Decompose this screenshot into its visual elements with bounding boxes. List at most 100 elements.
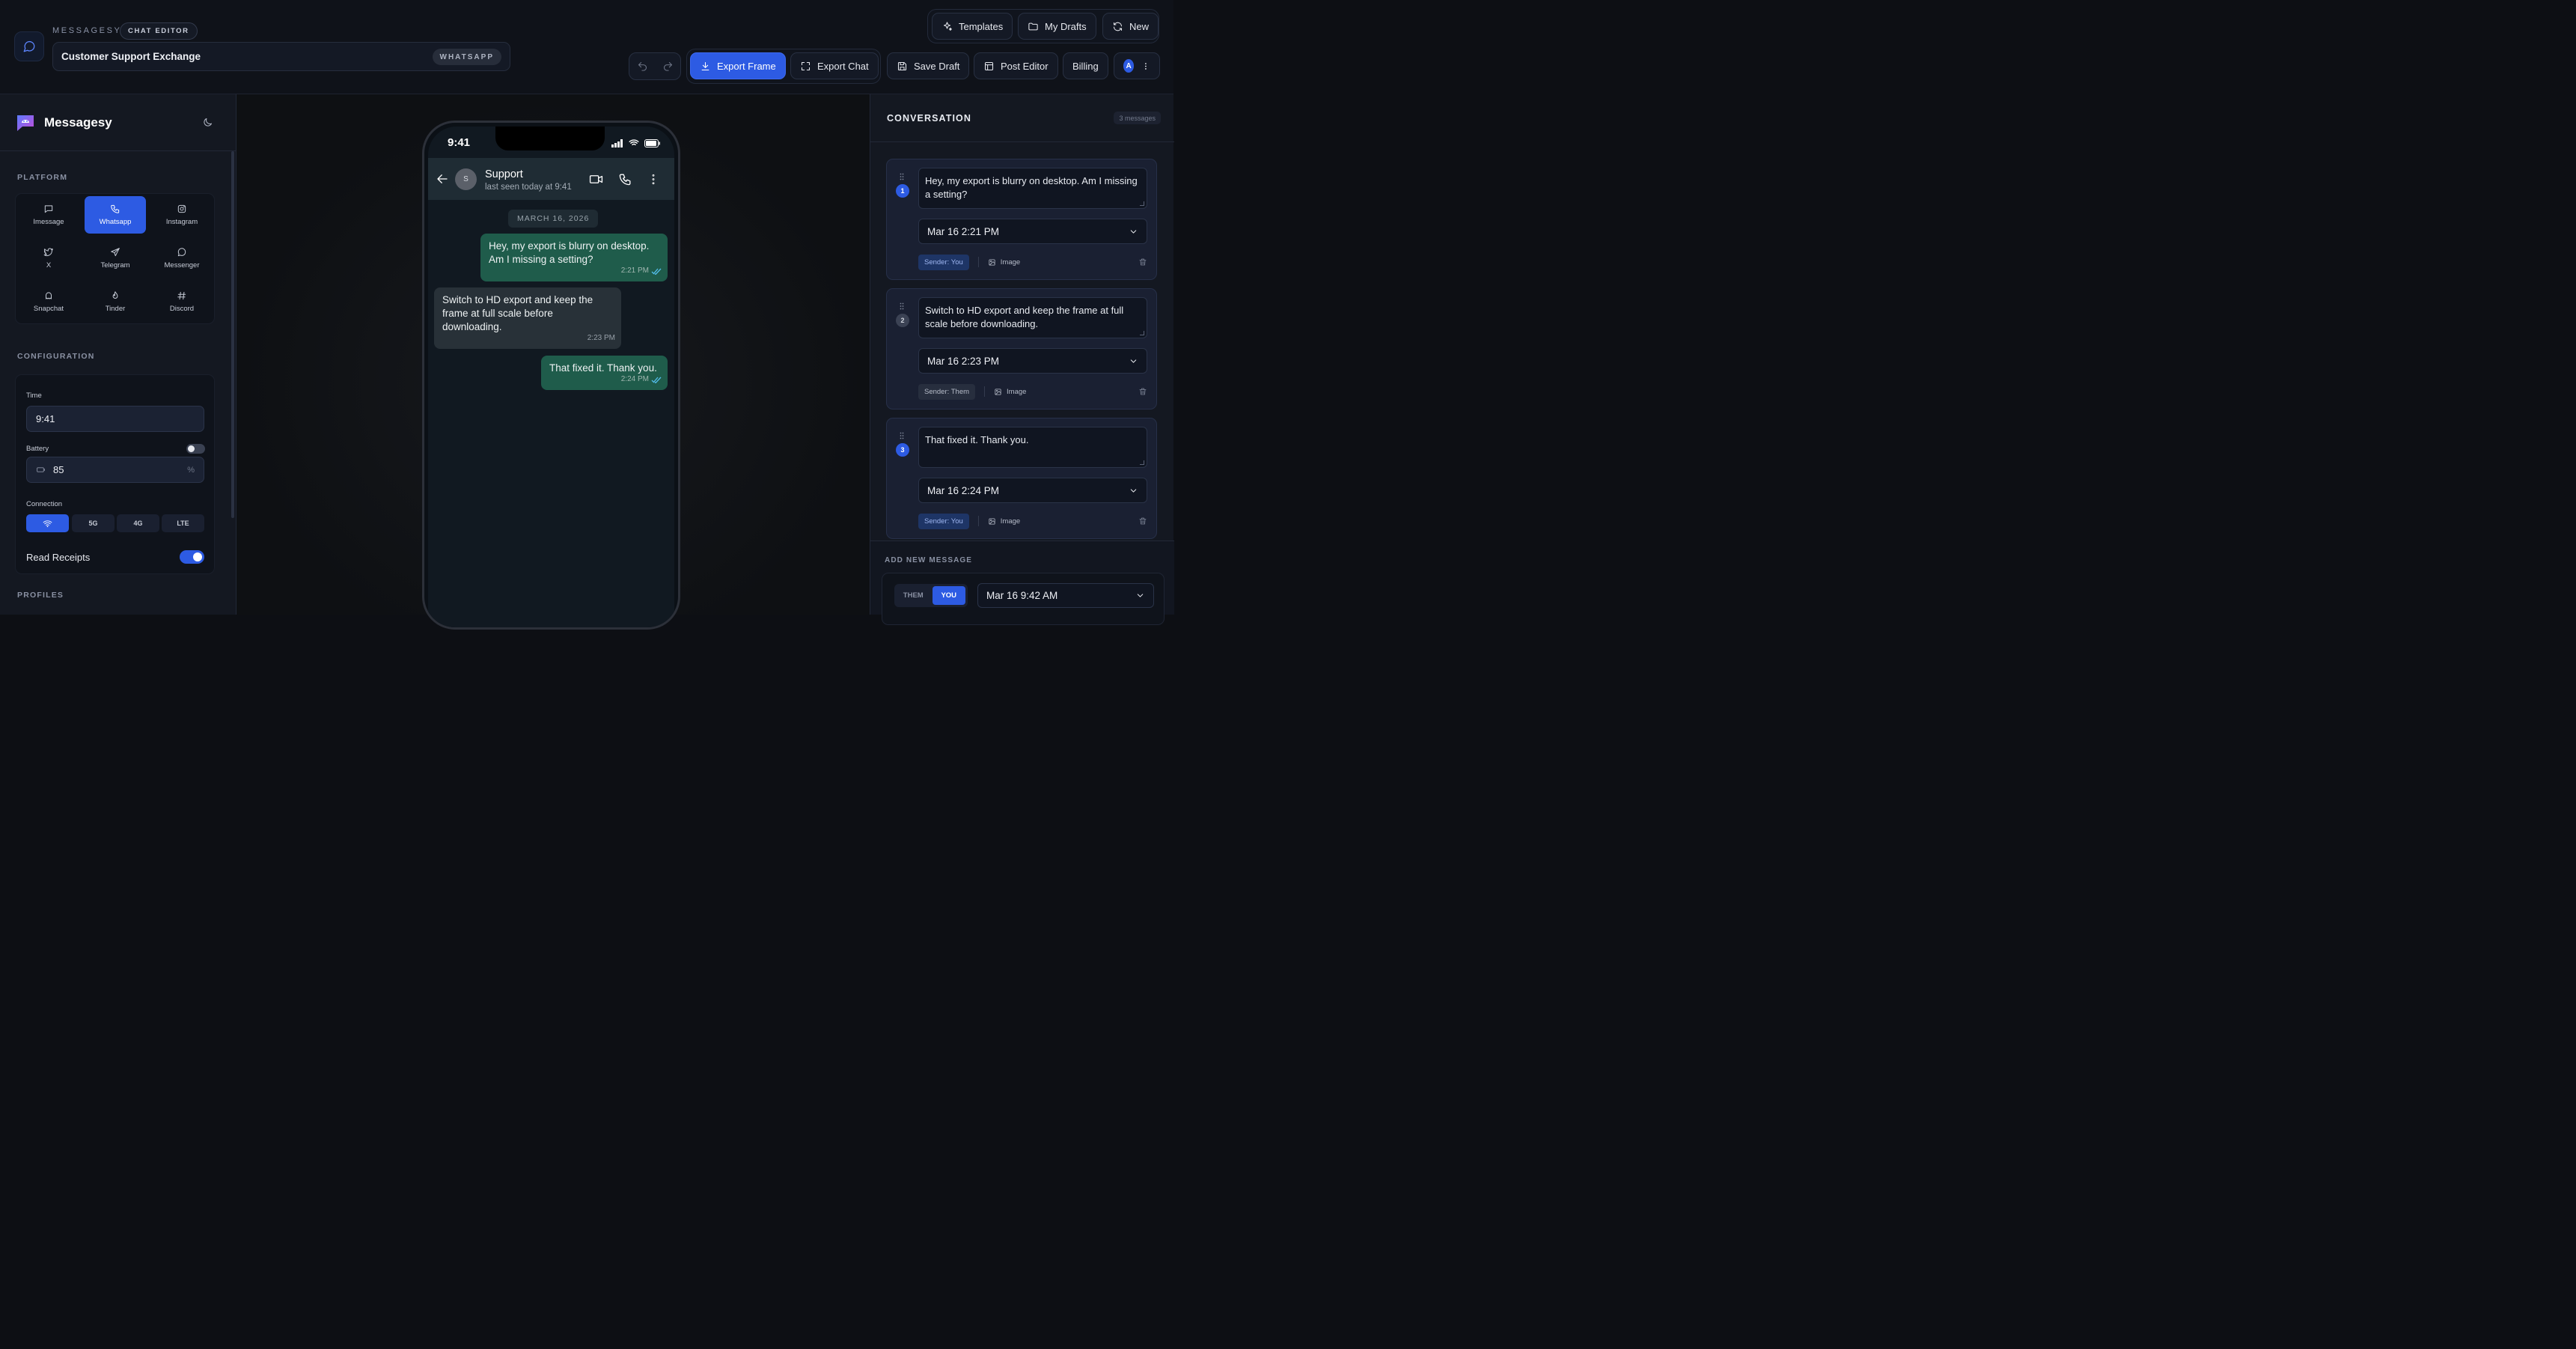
message-datetime-value: Mar 16 2:24 PM — [927, 484, 1000, 496]
platform-imessage[interactable]: Imessage — [18, 196, 79, 234]
connection-5g[interactable]: 5G — [72, 514, 115, 533]
export-chat-button[interactable]: Export Chat — [790, 52, 879, 80]
templates-label: Templates — [959, 20, 1004, 32]
platform-whatsapp[interactable]: Whatsapp — [85, 196, 147, 234]
platform-discord[interactable]: Discord — [151, 283, 213, 320]
undo-icon[interactable] — [637, 61, 648, 72]
messagesy-logo-icon — [17, 115, 34, 132]
connection-lte[interactable]: LTE — [162, 514, 205, 533]
image-icon — [995, 388, 1001, 395]
download-icon — [701, 61, 709, 70]
new-button[interactable]: New — [1102, 13, 1159, 40]
save-draft-label: Save Draft — [914, 60, 960, 72]
platform-snapchat[interactable]: Snapchat — [18, 283, 79, 320]
trash-icon[interactable] — [1138, 517, 1147, 526]
sender-toggle[interactable]: Sender: You — [918, 254, 969, 270]
message-timestamp: 2:21 PM — [621, 264, 662, 278]
post-editor-button[interactable]: Post Editor — [974, 52, 1058, 80]
add-image-button[interactable]: Image — [988, 517, 1020, 526]
conversation-title: CONVERSATION — [887, 113, 971, 124]
save-draft-button[interactable]: Save Draft — [887, 52, 970, 80]
battery-input[interactable]: 85 % — [26, 457, 205, 484]
sender-toggle[interactable]: Sender: Them — [918, 383, 976, 400]
drag-handle-icon[interactable] — [897, 171, 906, 182]
message-card-footer: Sender: Them Image — [918, 383, 1147, 400]
message-datetime-select[interactable]: Mar 16 2:21 PM — [918, 219, 1148, 245]
message-card: 1 Hey, my export is blurry on desktop. A… — [886, 159, 1158, 281]
configuration-card: Time 9:41 Battery 85 % Connection 5G 4G … — [15, 374, 216, 575]
templates-button[interactable]: Templates — [932, 13, 1013, 40]
trash-icon[interactable] — [1138, 387, 1147, 396]
battery-toggle[interactable] — [186, 444, 206, 454]
phone-notch — [495, 127, 605, 151]
resize-grip[interactable] — [1140, 201, 1145, 207]
export-frame-button[interactable]: Export Frame — [690, 52, 786, 80]
message-card: 3 That fixed it. Thank you. Mar 16 2:24 … — [886, 418, 1158, 540]
moon-icon[interactable] — [202, 117, 213, 128]
platform-label: Messenger — [164, 261, 200, 270]
platform-messenger[interactable]: Messenger — [151, 240, 213, 277]
chat-header: S Support last seen today at 9:41 — [428, 158, 675, 201]
phone-mockup: 9:41 S Support last seen today at 9:41 M… — [422, 121, 681, 630]
video-icon[interactable] — [588, 172, 604, 186]
signal-icon — [611, 138, 623, 147]
phone-icon[interactable] — [618, 172, 632, 186]
contact-name: Support — [485, 168, 523, 181]
message-card-footer: Sender: You Image — [918, 254, 1147, 270]
platform-label: Whatsapp — [99, 218, 132, 227]
message-textarea[interactable]: Hey, my export is blurry on desktop. Am … — [918, 168, 1148, 210]
frame-icon — [801, 61, 811, 70]
message-textarea[interactable]: Switch to HD export and keep the frame a… — [918, 297, 1148, 339]
conversation-panel: CONVERSATION 3 messages 1 Hey, my export… — [870, 94, 1175, 626]
drag-handle-icon[interactable] — [897, 430, 906, 441]
chat-title: Customer Support Exchange — [61, 51, 201, 63]
message-datetime-select[interactable]: Mar 16 2:24 PM — [918, 478, 1148, 504]
read-receipts-toggle[interactable] — [180, 550, 205, 564]
sender-toggle[interactable]: Sender: You — [918, 513, 969, 529]
platform-tinder[interactable]: Tinder — [85, 283, 146, 320]
add-image-button[interactable]: Image — [988, 258, 1020, 267]
message-bubble-outgoing: That fixed it. Thank you. 2:24 PM — [541, 356, 668, 391]
chat-title-input[interactable]: Customer Support Exchange WHATSAPP — [52, 42, 511, 72]
message-textarea[interactable]: That fixed it. Thank you. — [918, 427, 1148, 469]
message-timestamp: 2:24 PM — [621, 373, 662, 386]
connection-wifi[interactable] — [26, 514, 70, 533]
more-vertical-icon[interactable] — [647, 172, 660, 186]
resize-grip[interactable] — [1140, 460, 1145, 466]
message-text: That fixed it. Thank you. — [549, 362, 657, 374]
phone-icon — [111, 204, 120, 213]
redo-icon[interactable] — [662, 61, 674, 72]
platform-label: Tinder — [105, 305, 126, 314]
sender-you-option[interactable]: YOU — [932, 586, 966, 606]
platform-telegram[interactable]: Telegram — [85, 240, 146, 277]
message-textarea-value: Hey, my export is blurry on desktop. Am … — [925, 175, 1138, 201]
platform-x[interactable]: X — [18, 240, 79, 277]
platform-instagram[interactable]: Instagram — [151, 196, 213, 234]
export-chat-label: Export Chat — [817, 60, 869, 72]
trash-icon[interactable] — [1138, 258, 1147, 267]
drag-handle-icon[interactable] — [897, 301, 906, 311]
my-drafts-button[interactable]: My Drafts — [1018, 13, 1096, 40]
chevron-down-icon — [1130, 488, 1137, 493]
add-image-button[interactable]: Image — [994, 388, 1026, 396]
refresh-icon — [1113, 22, 1123, 31]
brand-caps: MESSAGESY — [52, 26, 122, 36]
platform-badge: WHATSAPP — [432, 49, 502, 66]
resize-grip[interactable] — [1140, 331, 1145, 336]
connection-4g[interactable]: 4G — [117, 514, 160, 533]
arrow-left-icon[interactable] — [436, 172, 449, 186]
battery-icon — [644, 138, 661, 147]
sender-them-option[interactable]: THEM — [897, 586, 930, 605]
account-menu-button[interactable]: A — [1114, 52, 1161, 80]
platform-label: Instagram — [165, 218, 198, 227]
message-number: 3 — [896, 443, 910, 457]
message-datetime-select[interactable]: Mar 16 2:23 PM — [918, 348, 1148, 374]
time-input[interactable]: 9:41 — [26, 406, 205, 433]
new-message-datetime-select[interactable]: Mar 16 9:42 AM — [977, 583, 1155, 609]
platform-label: Discord — [169, 305, 195, 314]
add-message-card: THEM YOU Mar 16 9:42 AM — [882, 573, 1165, 626]
sidebar-scrollbar[interactable] — [231, 151, 235, 519]
wifi-icon — [629, 139, 639, 146]
billing-button[interactable]: Billing — [1063, 52, 1108, 80]
flame-icon — [112, 291, 118, 299]
